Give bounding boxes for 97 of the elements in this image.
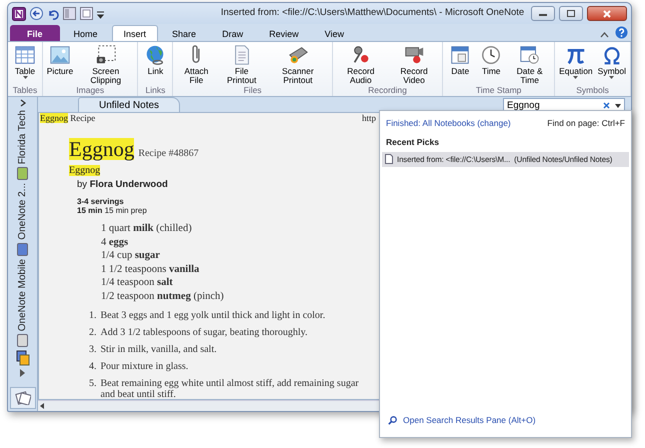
ingredient-line: 1/4 cup sugar xyxy=(101,249,161,262)
ribbon-button[interactable]: Scanner Printout xyxy=(266,44,330,85)
find-on-page-hint: Find on page: Ctrl+F xyxy=(547,117,625,130)
scanner-icon xyxy=(286,44,309,66)
notes-icon xyxy=(14,390,30,405)
file-tab[interactable]: File xyxy=(10,25,60,41)
page-header-word: Recipe xyxy=(70,113,96,123)
group-label: Time Stamp xyxy=(474,85,522,96)
step-number: 3. xyxy=(89,344,96,355)
clear-icon[interactable] xyxy=(603,102,610,109)
recipe-subtitle: Eggnog xyxy=(69,165,100,176)
collapse-ribbon-icon[interactable] xyxy=(600,31,609,38)
app-icon[interactable] xyxy=(12,6,26,20)
group-label: Images xyxy=(75,85,106,96)
ribbon-button[interactable]: Equation xyxy=(557,44,595,85)
step-number: 5. xyxy=(89,378,96,391)
window-title: Inserted from: <file://C:\Users\Matthew\Documents\ - Microsoft OneNote xyxy=(220,6,526,20)
dropdown-caret-icon[interactable] xyxy=(615,104,621,108)
notebook-icon[interactable] xyxy=(17,334,28,348)
close-button[interactable] xyxy=(587,6,627,21)
page-header-word: Eggnog xyxy=(40,113,68,123)
notebook-label[interactable]: OneNote Mobile xyxy=(15,259,30,332)
ingredient-line: 1/2 teaspoon nutmeg (pinch) xyxy=(101,290,225,303)
ribbon-button[interactable]: Picture xyxy=(45,44,75,85)
ribbon-tab[interactable]: Home xyxy=(62,25,110,41)
minimize-button[interactable] xyxy=(531,6,555,21)
ingredient-line: 1/4 teaspoon salt xyxy=(101,276,174,290)
prep-time-text: 15 min 15 min prep xyxy=(77,206,148,215)
search-status: Finished: xyxy=(386,118,420,128)
unfiled-notes-button[interactable] xyxy=(10,387,36,409)
picture-icon xyxy=(49,44,71,66)
ribbon-tab[interactable]: View xyxy=(312,25,356,41)
page-header-link[interactable]: http xyxy=(362,113,376,124)
calendar-clock-icon xyxy=(518,44,541,66)
open-results-pane-link[interactable]: Open Search Results Pane (Alt+O) xyxy=(403,414,536,427)
step-number: 1. xyxy=(89,310,96,321)
clock-icon xyxy=(480,44,502,66)
full-page-view-icon[interactable] xyxy=(80,7,93,20)
ribbon-button[interactable]: Table xyxy=(10,44,40,85)
scroll-left-icon[interactable] xyxy=(38,402,46,410)
ingredient-line: 1 1/2 teaspoons vanilla xyxy=(101,262,200,276)
stacked-notebooks-icon[interactable] xyxy=(16,350,30,366)
search-icon xyxy=(388,416,397,426)
scope-link[interactable]: All Notebooks (change) xyxy=(422,118,511,128)
table-icon xyxy=(14,44,36,66)
group-label: Links xyxy=(144,85,166,96)
paperclip-icon xyxy=(192,44,200,66)
step-text: Pour mixture in glass. xyxy=(100,361,188,372)
page-title: Eggnog xyxy=(69,138,134,160)
ribbon-button[interactable]: Record Video xyxy=(388,44,440,85)
notebook-icon[interactable] xyxy=(17,167,28,180)
expand-icon[interactable] xyxy=(20,369,25,378)
group-label: Tables xyxy=(12,85,38,96)
group-label: Files xyxy=(242,85,263,96)
step-text: Beat 3 eggs and 1 egg yolk until thick and light in color. xyxy=(100,310,326,321)
ribbon-button[interactable]: Link xyxy=(140,44,170,85)
screen-clipping-icon xyxy=(94,44,117,66)
group-label: Symbols xyxy=(575,85,610,96)
ribbon-button[interactable]: File Printout xyxy=(218,44,266,85)
ribbon-button[interactable]: Symbol xyxy=(596,44,628,85)
step-text: Stir in milk, vanilla, and salt. xyxy=(100,344,217,355)
ribbon-button[interactable]: Screen Clipping xyxy=(76,44,136,85)
section-tab[interactable]: Unfiled Notes xyxy=(78,97,180,112)
ribbon-tab[interactable]: Review xyxy=(257,25,311,41)
maximize-icon xyxy=(567,10,575,17)
byline: by Flora Underwood xyxy=(77,179,169,190)
undo-icon[interactable] xyxy=(47,8,59,20)
step-number: 4. xyxy=(89,361,96,372)
calendar-icon xyxy=(449,44,472,66)
notebook-label[interactable]: OneNote 2... xyxy=(15,183,30,240)
step-text: Beat remaining egg white until almost stiff, add remaining sugar and beat until stiff. xyxy=(100,378,360,399)
page-icon xyxy=(385,154,393,164)
recipe-number: Recipe #48867 xyxy=(138,147,199,161)
ribbon-button[interactable]: Attach File xyxy=(175,44,218,85)
ingredient-line: 4 eggs xyxy=(101,236,130,249)
ribbon-tab[interactable]: Draw xyxy=(210,25,256,41)
notebook-label[interactable]: Florida Tech xyxy=(15,110,30,164)
back-icon[interactable] xyxy=(30,7,43,20)
expand-icon[interactable] xyxy=(20,99,26,107)
ribbon-button[interactable]: Date & Time xyxy=(507,44,552,85)
maximize-button[interactable] xyxy=(559,6,583,21)
ribbon-button[interactable]: Time xyxy=(476,44,506,85)
recent-picks-heading: Recent Picks xyxy=(385,136,440,149)
ribbon-button[interactable]: Date xyxy=(445,44,476,85)
step-text: Add 3 1/2 tablespoons of sugar, beating thoroughly. xyxy=(100,327,308,338)
ingredient-line: 1 quart milk (chilled) xyxy=(101,222,193,236)
step-number: 2. xyxy=(89,327,96,338)
help-icon[interactable] xyxy=(615,26,628,39)
ribbon-tab[interactable]: Insert xyxy=(112,25,158,41)
close-icon xyxy=(603,10,611,18)
group-label: Recording xyxy=(367,85,408,96)
ribbon-tab[interactable]: Share xyxy=(160,25,208,41)
dock-view-icon[interactable] xyxy=(63,7,76,20)
customize-toolbar-icon[interactable] xyxy=(97,8,104,18)
servings-text: 3-4 servings xyxy=(77,197,125,206)
ribbon-button[interactable]: Record Audio xyxy=(334,44,387,85)
video-camera-icon xyxy=(403,44,426,66)
